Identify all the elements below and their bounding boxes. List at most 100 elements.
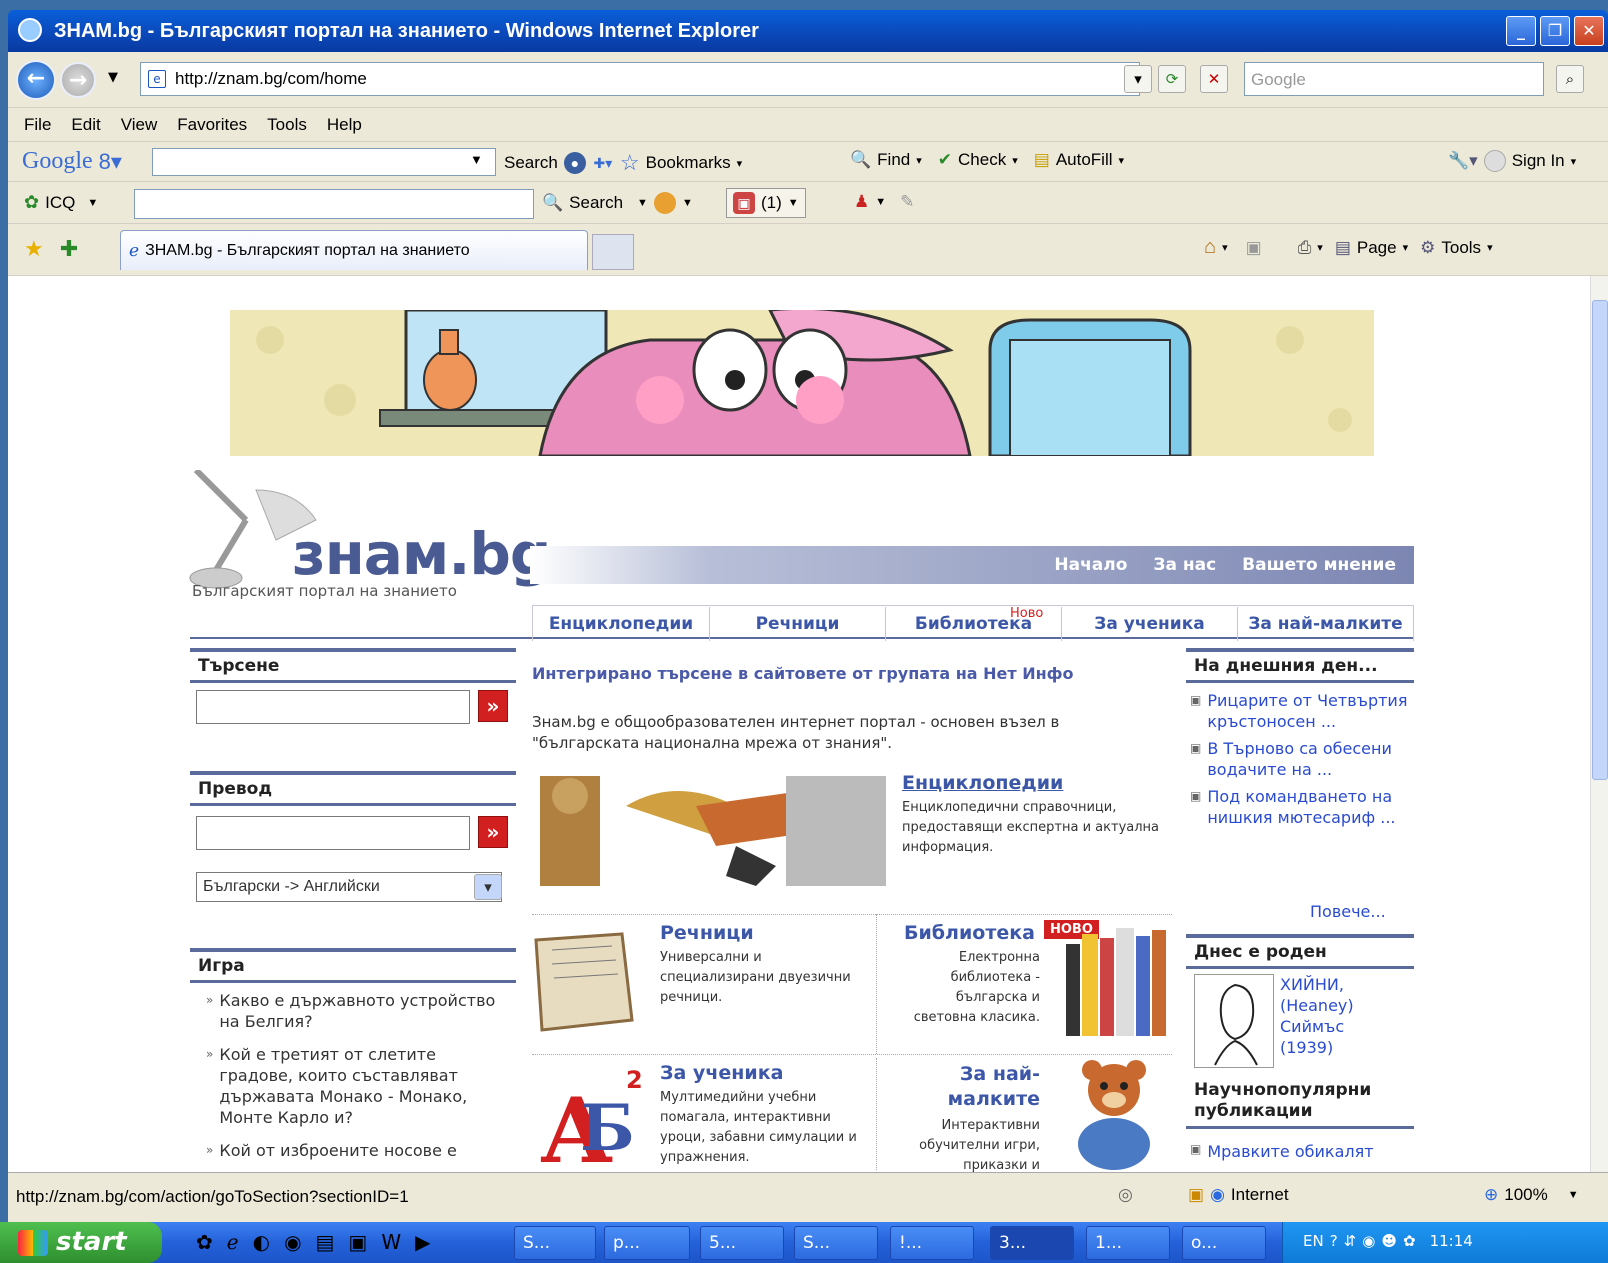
status-zoom[interactable]: 100% (1504, 1185, 1547, 1205)
tab-active[interactable]: ℯ ЗНАМ.bg - Българският портал на знание… (120, 230, 588, 270)
home-icon[interactable]: ⌂ (1204, 236, 1216, 259)
sign-in-button[interactable]: Sign In (1512, 151, 1565, 171)
tab-kids[interactable]: За най-малките (1237, 606, 1413, 641)
nav-feedback[interactable]: Вашето мнение (1242, 555, 1396, 575)
stop-icon[interactable]: ✕ (1200, 65, 1228, 93)
scrollbar-thumb[interactable] (1592, 300, 1608, 780)
close-button[interactable]: ✕ (1574, 16, 1604, 46)
game-question[interactable]: » Какво е държавното устройство на Белгия… (206, 990, 506, 1032)
language-select[interactable]: Български -> Английски (196, 872, 502, 902)
tab-student[interactable]: За ученика (1061, 606, 1237, 641)
news-icon[interactable]: ● (563, 152, 586, 174)
icq-label[interactable]: ICQ (45, 193, 75, 213)
help-icon[interactable]: ? (1330, 1232, 1338, 1250)
site-search-input[interactable] (196, 690, 470, 724)
encyclopedias-image[interactable] (536, 766, 888, 890)
privacy-icon[interactable]: ◎ (1118, 1185, 1133, 1205)
today-item[interactable]: ▣ Рицарите от Четвъртия кръстоносен ... (1190, 690, 1410, 732)
library-title[interactable]: Библиотека (904, 922, 1035, 944)
books-image[interactable] (1060, 924, 1170, 1038)
menu-favorites[interactable]: Favorites (177, 115, 247, 135)
icq-search-input[interactable] (134, 189, 534, 219)
teddy-bear-image[interactable] (1064, 1060, 1164, 1170)
feeds-icon[interactable]: ▣ (1246, 238, 1262, 258)
task-item[interactable]: !... (890, 1226, 974, 1260)
task-item[interactable]: 1... (1086, 1226, 1170, 1260)
tab-dictionaries[interactable]: Речници (709, 606, 885, 641)
menu-tools[interactable]: Tools (267, 115, 307, 135)
forward-button[interactable]: → (60, 62, 96, 98)
nav-home[interactable]: Начало (1054, 555, 1127, 575)
find-button[interactable]: Find (877, 150, 910, 170)
encyclopedias-title[interactable]: Енциклопедии (902, 772, 1063, 794)
clock[interactable]: 11:14 (1430, 1232, 1473, 1250)
today-more-link[interactable]: Повече... (1310, 902, 1386, 921)
check-button[interactable]: Check (958, 150, 1006, 170)
wrench-icon[interactable]: 🔧▾ (1448, 151, 1478, 171)
today-item[interactable]: ▣ В Търново са обесени водачите на ... (1190, 738, 1410, 780)
dictionaries-image[interactable] (532, 930, 636, 1034)
search-input[interactable]: Google (1244, 62, 1544, 96)
message-count[interactable]: (1) (761, 193, 782, 213)
history-dropdown-icon[interactable]: ▼ (108, 70, 118, 85)
ql-word-icon[interactable]: W (381, 1230, 401, 1254)
page-menu[interactable]: Page (1357, 238, 1397, 258)
translate-go-button[interactable]: » (478, 816, 508, 848)
feather-icon[interactable]: ✎ (900, 192, 914, 212)
ql-folder-icon[interactable]: ▤ (316, 1230, 335, 1254)
address-dropdown-icon[interactable]: ▾ (1124, 65, 1152, 93)
born-person-link[interactable]: ХИЙНИ, (Heaney) Сиймъс (1939) (1280, 974, 1400, 1058)
student-title[interactable]: За ученика (660, 1062, 783, 1084)
ql-icq-icon[interactable]: ✿ (196, 1230, 213, 1254)
minimize-button[interactable]: _ (1506, 16, 1536, 46)
ql-app-icon[interactable]: ▣ (348, 1230, 367, 1254)
plus-icon[interactable]: ✚▾ (592, 152, 614, 174)
google-dropdown-icon[interactable]: ▼ (470, 152, 483, 167)
ql-firefox-icon[interactable]: ◐ (253, 1230, 270, 1254)
publication-item[interactable]: ▣ Мравките обикалят (1190, 1142, 1410, 1161)
task-item[interactable]: 5... (700, 1226, 784, 1260)
menu-file[interactable]: File (24, 115, 51, 135)
tab-encyclopedias[interactable]: Енциклопедии (533, 607, 709, 641)
integrated-search-link[interactable]: Интегрирано търсене в сайтовете от група… (532, 664, 1074, 683)
add-favorites-icon[interactable]: ✚ (60, 236, 78, 262)
dictionaries-title[interactable]: Речници (660, 922, 754, 944)
refresh-icon[interactable]: ⟳ (1158, 65, 1186, 93)
autofill-button[interactable]: AutoFill (1056, 150, 1113, 170)
task-item[interactable]: o... (1182, 1226, 1266, 1260)
tray-icq-icon[interactable]: ✿ (1403, 1232, 1416, 1250)
search-icon[interactable]: ⌕ (1556, 65, 1584, 93)
site-search-go-button[interactable]: » (478, 690, 508, 722)
student-image[interactable]: АБ2 (536, 1058, 644, 1184)
contact-icon[interactable]: ♟ (854, 192, 869, 212)
address-input[interactable]: http://znam.bg/com/home (140, 62, 1140, 96)
task-item[interactable]: S... (794, 1226, 878, 1260)
today-item[interactable]: ▣ Под командването на нишкия мютесариф ..… (1190, 786, 1410, 828)
game-question[interactable]: » Кой е третият от слетите градове, които… (206, 1044, 506, 1128)
game-question[interactable]: » Кой от изброените носове е (206, 1140, 506, 1161)
bookmarks-button[interactable]: Bookmarks (646, 153, 731, 173)
google-search-input[interactable] (152, 148, 496, 176)
site-logo[interactable]: знам.bg (292, 520, 551, 588)
tray-messenger-icon[interactable]: ☻ (1381, 1232, 1397, 1250)
favorites-star-icon[interactable]: ★ (24, 236, 44, 262)
tray-app-icon[interactable]: ◉ (1362, 1232, 1375, 1250)
language-dropdown-icon[interactable]: ▾ (474, 874, 502, 900)
language-indicator[interactable]: EN (1303, 1232, 1324, 1250)
ql-media-icon[interactable]: ▶ (415, 1230, 430, 1254)
back-button[interactable]: ← (16, 60, 56, 100)
google-search-button[interactable]: Search (504, 153, 558, 173)
ql-ie-icon[interactable]: ℯ (227, 1230, 239, 1254)
portrait-image[interactable] (1194, 974, 1274, 1068)
restore-button[interactable]: ❐ (1540, 16, 1570, 46)
banner-illustration[interactable] (230, 310, 1374, 456)
icq-search-button[interactable]: Search (569, 193, 623, 213)
nav-about[interactable]: За нас (1153, 555, 1216, 575)
task-item[interactable]: S... (514, 1226, 596, 1260)
menu-help[interactable]: Help (327, 115, 362, 135)
task-item[interactable]: p... (604, 1226, 690, 1260)
tools-menu[interactable]: Tools (1441, 238, 1481, 258)
ql-outlook-icon[interactable]: ◉ (284, 1230, 301, 1254)
kids-title[interactable]: За най-малките (930, 1062, 1040, 1112)
mail-icon[interactable] (653, 192, 676, 214)
